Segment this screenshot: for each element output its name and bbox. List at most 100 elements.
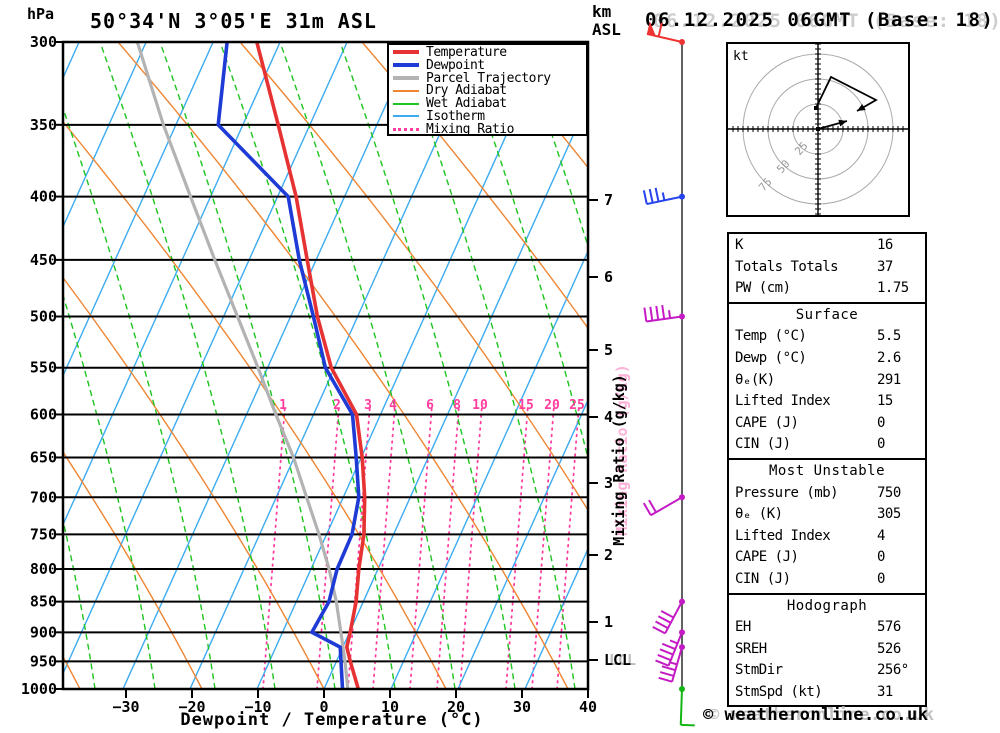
wind-level-dot xyxy=(679,193,685,200)
table-row-value: 37 xyxy=(877,258,893,275)
wind-level-dot xyxy=(679,313,685,320)
mixing-ratio-label: 1 xyxy=(279,398,287,413)
table-row-value: 0 xyxy=(877,549,885,566)
table-row-value: 305 xyxy=(877,506,901,523)
legend-item: Mixing Ratio xyxy=(393,121,586,137)
wind-barb xyxy=(642,187,685,206)
wet-adiabat-line xyxy=(459,42,588,462)
table-row-label: K xyxy=(735,237,743,253)
mixing-axis-title: Mixing Ratio (g/kg) xyxy=(610,374,628,546)
wind-level-dot xyxy=(679,644,685,651)
indices-tables: K 16 Totals Totals 37 PW (cm) 1.75 Surface Temp… xyxy=(727,232,927,708)
watermark: © weatheronline.co.uk xyxy=(703,705,929,725)
mixing-ratio-label: 10 xyxy=(472,398,488,413)
indices-table-section: Surface Temp (°C) 5.5 Dewp (°C) 2.6 θₑ(K) 291 L… xyxy=(727,303,927,460)
table-row-label: CIN (J) xyxy=(735,436,791,453)
temperature-tick-label: 40 xyxy=(579,698,597,716)
mixing-ratio-line xyxy=(505,404,529,689)
legend-swatch-thin xyxy=(393,115,419,118)
mixing-ratio-line xyxy=(459,404,483,689)
table-row: Lifted Index 15 xyxy=(735,391,919,413)
table-row-label: θₑ(K) xyxy=(735,371,775,388)
chart-legend: Temperature Dewpoint Parcel Trajectory Dry … xyxy=(387,43,588,137)
table-row-label: Dewp (°C) xyxy=(735,349,807,366)
hodograph-unit-label: kt xyxy=(733,49,749,64)
pressure-tick-label: 850 xyxy=(30,593,57,611)
mixing-ratio-label: 20 xyxy=(544,398,560,413)
legend-swatch-thick xyxy=(393,63,419,68)
table-row-value: 0 xyxy=(877,414,885,431)
mixing-ratio-label: 25 xyxy=(569,398,585,413)
mixing-ratio-label: 2 xyxy=(333,398,341,413)
mixing-ratio-label: 6 xyxy=(426,398,434,413)
table-row-value: 1.75 xyxy=(877,280,909,297)
km-tick-label: 2 xyxy=(604,546,613,564)
pressure-tick-label: 450 xyxy=(30,251,57,269)
table-row: θₑ (K) 305 xyxy=(735,504,919,526)
table-row-label: Lifted Index xyxy=(735,393,831,410)
wet-adiabat-line xyxy=(399,42,576,689)
pressure-tick-label: 400 xyxy=(30,188,57,206)
table-row-value: 526 xyxy=(877,640,901,657)
table-row-value: 750 xyxy=(877,484,901,501)
table-row: EH 576 xyxy=(735,617,919,639)
legend-swatch-dotted xyxy=(393,127,419,131)
pressure-tick-label: 650 xyxy=(30,448,57,466)
dewpoint-curve xyxy=(216,42,361,689)
wet-adiabat-line xyxy=(159,42,336,689)
wind-level-dot xyxy=(679,598,685,605)
km-tick-label: 1 xyxy=(604,613,613,631)
table-row-label: CAPE (J) xyxy=(735,549,799,566)
table-row-value: 5.5 xyxy=(877,328,901,345)
legend-label: Mixing Ratio xyxy=(426,121,514,137)
legend-swatch-thick xyxy=(393,75,419,80)
indices-table-section: Most Unstable Pressure (mb) 750 θₑ (K) 305 Li… xyxy=(727,459,927,595)
km-tick-label: 7 xyxy=(604,191,613,209)
wind-barb-column xyxy=(642,21,695,727)
table-row-label: Pressure (mb) xyxy=(735,484,839,501)
temperature-tick-label: −30 xyxy=(112,698,139,716)
isotherm-line xyxy=(63,42,348,676)
table-row-label: StmDir xyxy=(735,662,783,679)
legend-swatch-thin xyxy=(393,102,419,105)
table-row: Totals Totals 37 xyxy=(735,257,919,279)
pressure-tick-label: 550 xyxy=(30,359,57,377)
table-row-value: 2.6 xyxy=(877,349,901,366)
table-section-title: Surface xyxy=(795,306,859,323)
table-row-label: SREH xyxy=(735,640,767,657)
temperature-tick-label: 30 xyxy=(513,698,531,716)
pressure-tick-label: 800 xyxy=(30,560,57,578)
table-row: StmDir 256° xyxy=(735,660,919,682)
wet-adiabat-line xyxy=(219,42,396,689)
table-row-label: Totals Totals xyxy=(735,258,839,275)
mixing-ratio-label: 8 xyxy=(453,398,461,413)
km-tick-label: 6 xyxy=(604,268,613,286)
pressure-tick-label: 900 xyxy=(30,623,57,641)
dry-adiabat-line xyxy=(117,42,569,689)
mixing-ratio-line xyxy=(372,404,396,689)
table-row-value: 16 xyxy=(877,237,893,253)
indices-table-section: K 16 Totals Totals 37 PW (cm) 1.75 xyxy=(727,232,927,304)
wet-adiabat-line xyxy=(519,42,588,249)
table-row-value: 0 xyxy=(877,436,885,453)
legend-item: Temperature xyxy=(393,45,586,60)
table-section-title: Hodograph xyxy=(786,597,868,614)
lcl-label: LCL xyxy=(604,651,631,669)
pressure-tick-label: 700 xyxy=(30,488,57,506)
pressure-tick-label: 300 xyxy=(30,33,57,51)
legend-swatch-thick xyxy=(393,50,419,55)
wet-adiabat-line xyxy=(63,106,216,689)
table-row-label: CAPE (J) xyxy=(735,414,799,431)
wind-barb xyxy=(679,685,695,727)
mixing-ratio-label: 3 xyxy=(364,398,372,413)
table-row-value: 256° xyxy=(877,662,909,679)
pressure-tick-label: 950 xyxy=(30,652,57,670)
isotherm-line xyxy=(390,249,588,689)
wind-level-dot xyxy=(679,39,685,45)
parcel-trajectory-curve xyxy=(135,42,350,689)
table-row: K 16 xyxy=(735,235,919,257)
table-row-value: 0 xyxy=(877,570,885,587)
isotherm-line xyxy=(63,42,147,229)
temperature-curve xyxy=(254,42,367,689)
table-section-title: Most Unstable xyxy=(768,462,886,479)
